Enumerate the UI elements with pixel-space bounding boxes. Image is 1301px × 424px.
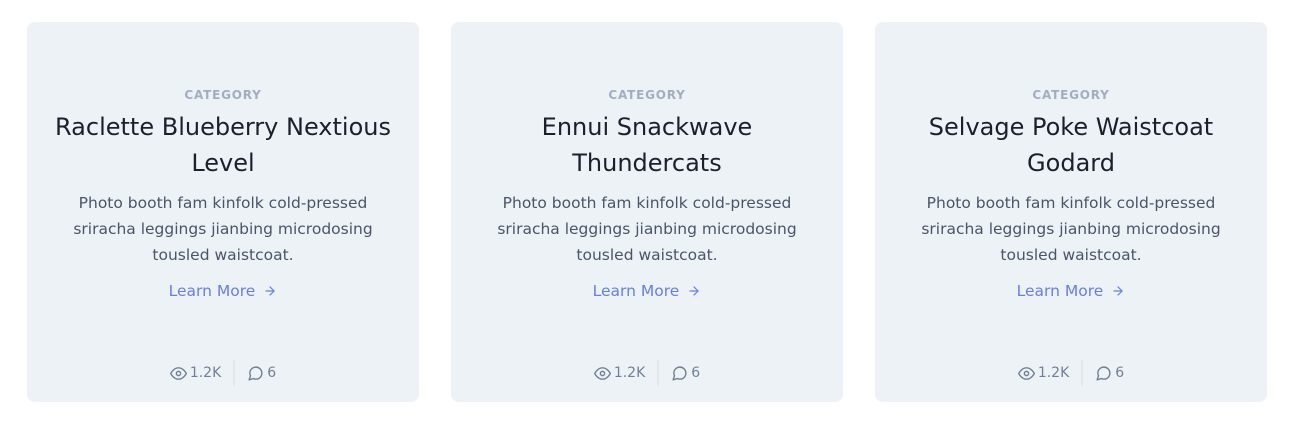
card-description: Photo booth fam kinfolk cold-pressed sri… xyxy=(73,194,373,264)
chat-bubble-icon xyxy=(248,365,263,381)
views-stat: 1.2K xyxy=(1017,360,1084,386)
eye-icon xyxy=(1017,366,1035,380)
comments-stat: 6 xyxy=(1083,365,1124,382)
card-stats: 1.2K 6 xyxy=(451,360,843,386)
comments-count: 6 xyxy=(1115,365,1125,381)
arrow-right-icon xyxy=(265,286,276,296)
comments-stat: 6 xyxy=(235,365,276,382)
views-count: 1.2K xyxy=(189,365,222,381)
card-stats: 1.2K 6 xyxy=(875,360,1267,386)
card-category: CATEGORY xyxy=(1032,88,1110,102)
blog-card: CATEGORY Raclette Blueberry Nextious Lev… xyxy=(27,22,419,402)
card-title: Ennui Snackwave Thundercats xyxy=(541,113,753,177)
card-grid: CATEGORY Raclette Blueberry Nextious Lev… xyxy=(0,0,1301,424)
chat-bubble-icon xyxy=(672,365,687,381)
eye-icon xyxy=(169,366,187,380)
card-stats: 1.2K 6 xyxy=(27,360,419,386)
card-category: CATEGORY xyxy=(184,88,262,102)
views-count: 1.2K xyxy=(613,365,646,381)
card-body: CATEGORY Selvage Poke Waistcoat Godard P… xyxy=(903,88,1239,304)
card-title: Selvage Poke Waistcoat Godard xyxy=(928,113,1214,177)
card-description: Photo booth fam kinfolk cold-pressed sri… xyxy=(497,194,797,264)
arrow-right-icon xyxy=(689,286,700,296)
eye-icon xyxy=(593,366,611,380)
comments-count: 6 xyxy=(691,365,701,381)
blog-card: CATEGORY Selvage Poke Waistcoat Godard P… xyxy=(875,22,1267,402)
card-title: Raclette Blueberry Nextious Level xyxy=(55,113,391,177)
learn-more-link[interactable]: Learn More xyxy=(1017,278,1126,304)
card-category: CATEGORY xyxy=(608,88,686,102)
card-body: CATEGORY Ennui Snackwave Thundercats Pho… xyxy=(479,88,815,304)
comments-stat: 6 xyxy=(659,365,700,382)
learn-more-link[interactable]: Learn More xyxy=(593,278,702,304)
arrow-right-icon xyxy=(1113,286,1124,296)
learn-more-link[interactable]: Learn More xyxy=(169,278,278,304)
views-count: 1.2K xyxy=(1037,365,1070,381)
views-stat: 1.2K xyxy=(169,360,236,386)
learn-more-label: Learn More xyxy=(592,282,680,300)
comments-count: 6 xyxy=(267,365,277,381)
card-body: CATEGORY Raclette Blueberry Nextious Lev… xyxy=(55,88,391,304)
learn-more-label: Learn More xyxy=(168,282,256,300)
learn-more-label: Learn More xyxy=(1016,282,1104,300)
card-description: Photo booth fam kinfolk cold-pressed sri… xyxy=(921,194,1221,264)
chat-bubble-icon xyxy=(1096,365,1111,381)
views-stat: 1.2K xyxy=(593,360,660,386)
blog-card: CATEGORY Ennui Snackwave Thundercats Pho… xyxy=(451,22,843,402)
